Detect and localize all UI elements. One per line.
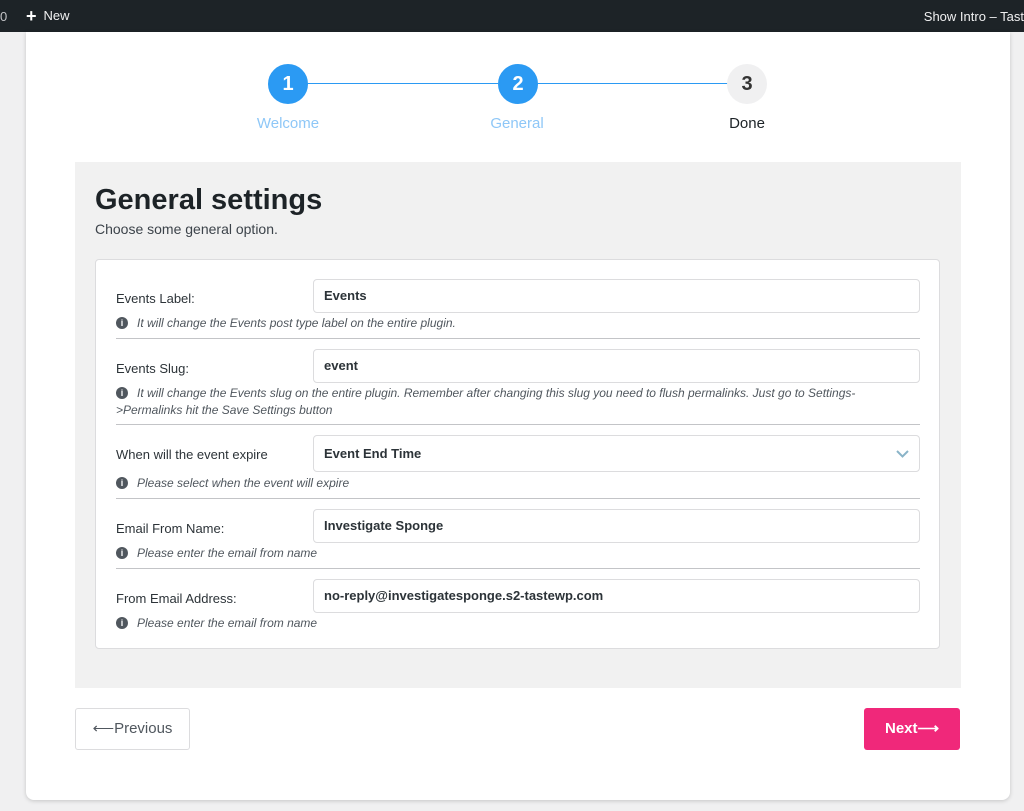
- from-email-help: i Please enter the email from name: [116, 615, 317, 632]
- events-slug-help: i It will change the Events slug on the …: [116, 386, 856, 417]
- general-settings-panel: General settings Choose some general opt…: [75, 162, 961, 688]
- plus-icon: +: [26, 5, 37, 26]
- email-from-name-label: Email From Name:: [116, 521, 225, 536]
- step-1-label: Welcome: [256, 115, 320, 132]
- events-slug-input[interactable]: event: [313, 349, 920, 383]
- step-1-circle[interactable]: 1: [268, 64, 308, 104]
- info-icon: i: [116, 547, 128, 559]
- next-button[interactable]: Next⟶: [864, 708, 960, 750]
- info-icon: i: [116, 617, 128, 629]
- admin-bar-count[interactable]: 0: [0, 9, 7, 24]
- events-label-input[interactable]: Events: [313, 279, 920, 313]
- events-label-help: i It will change the Events post type la…: [116, 315, 456, 332]
- chevron-down-icon: [896, 436, 909, 484]
- info-icon: i: [116, 317, 128, 329]
- step-connector-1: [307, 83, 498, 84]
- events-label-label: Events Label:: [116, 291, 195, 306]
- event-expire-help: i Please select when the event will expi…: [116, 475, 349, 492]
- new-content-button[interactable]: + New: [26, 5, 70, 26]
- previous-button[interactable]: ⟵Previous: [75, 708, 190, 750]
- page-title: General settings: [95, 184, 323, 216]
- settings-form: Events Label: Events i It will change th…: [95, 259, 940, 649]
- divider: [116, 424, 920, 425]
- divider: [116, 498, 920, 499]
- events-slug-label: Events Slug:: [116, 361, 189, 376]
- divider: [116, 338, 920, 339]
- page-subtitle: Choose some general option.: [95, 221, 278, 237]
- email-from-name-help: i Please enter the email from name: [116, 545, 317, 562]
- event-expire-label: When will the event expire: [116, 447, 268, 462]
- step-2-circle[interactable]: 2: [498, 64, 538, 104]
- info-icon: i: [116, 387, 128, 399]
- setup-wizard-card: 1 2 3 Welcome General Done General setti…: [26, 32, 1010, 800]
- info-icon: i: [116, 477, 128, 489]
- step-connector-2: [537, 83, 728, 84]
- new-label: New: [43, 8, 70, 23]
- event-expire-select[interactable]: Event End Time: [313, 435, 920, 472]
- from-email-label: From Email Address:: [116, 591, 237, 606]
- show-intro-link[interactable]: Show Intro – Tast: [924, 9, 1024, 24]
- from-email-input[interactable]: no-reply@investigatesponge.s2-tastewp.co…: [313, 579, 920, 613]
- step-2-label: General: [490, 115, 544, 132]
- progress-stepper: 1 2 3 Welcome General Done: [26, 32, 1010, 162]
- step-3-circle[interactable]: 3: [727, 64, 767, 104]
- divider: [116, 568, 920, 569]
- admin-bar: 0 + New Show Intro – Tast: [0, 0, 1024, 32]
- email-from-name-input[interactable]: Investigate Sponge: [313, 509, 920, 543]
- step-3-label: Done: [729, 115, 765, 132]
